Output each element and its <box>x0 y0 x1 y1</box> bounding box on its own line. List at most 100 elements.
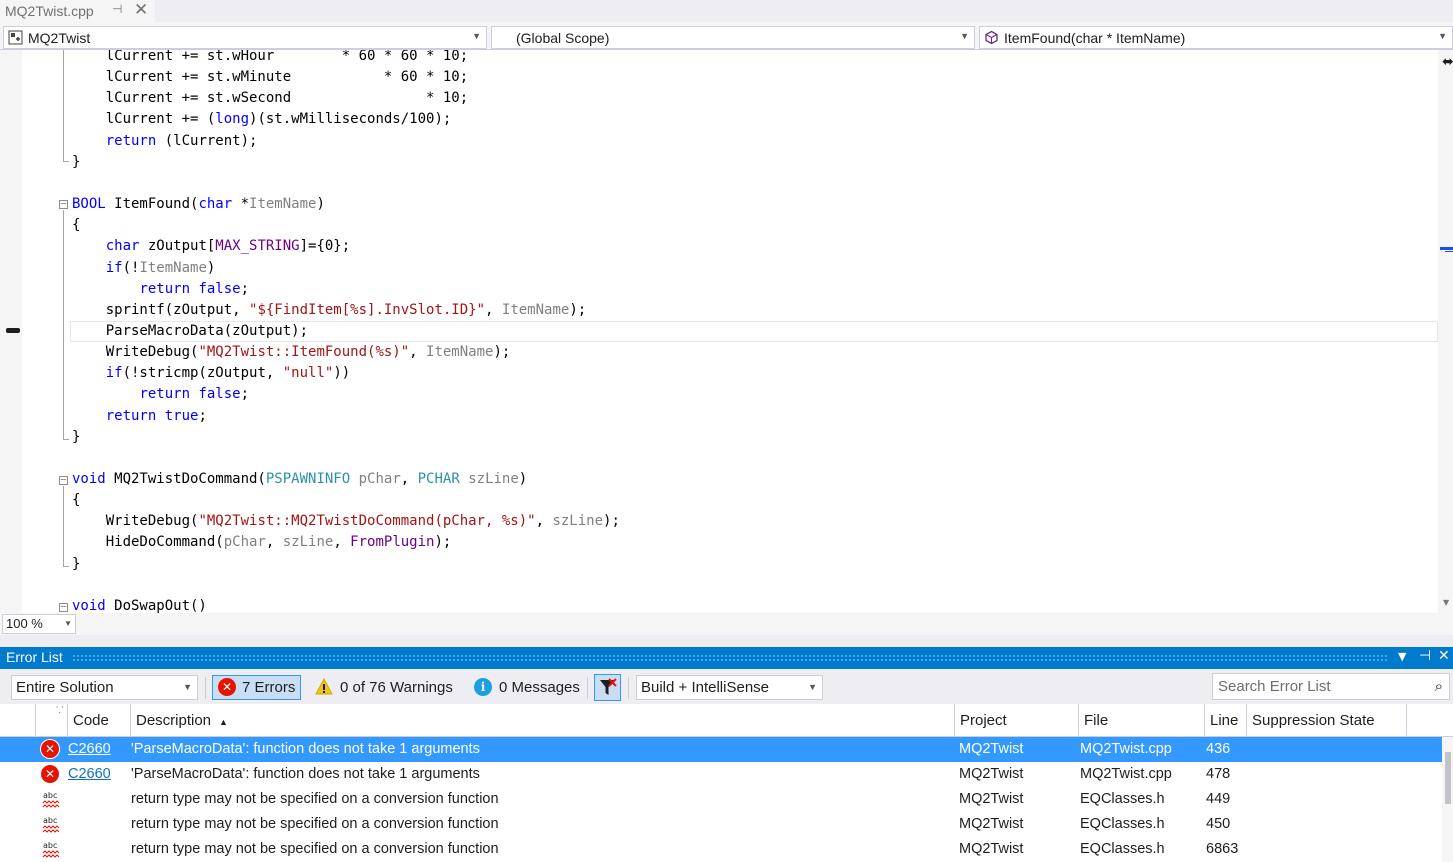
collapse-toggle[interactable]: – <box>59 603 68 612</box>
errors-toggle-button[interactable]: ✕ 7 Errors <box>212 675 301 700</box>
code-token: BOOL <box>72 196 106 213</box>
code-token: , <box>265 534 283 551</box>
code-line[interactable]: return false; <box>72 384 249 405</box>
member-dropdown[interactable]: ItemFound(char * ItemName) ▼ <box>979 26 1453 49</box>
code-line[interactable]: WriteDebug("MQ2Twist::MQ2TwistDoCommand(… <box>72 511 620 532</box>
code-line[interactable]: lCurrent += (long)(st.wMilliseconds/100)… <box>72 109 452 130</box>
code-line[interactable]: HideDoCommand(pChar, szLine, FromPlugin)… <box>72 532 452 553</box>
zoom-dropdown[interactable]: 100 % ▼ <box>2 614 76 634</box>
error-list-row[interactable]: ✕ C2660 'ParseMacroData': function does no… <box>0 762 1442 787</box>
code-token: PCHAR <box>417 471 460 487</box>
code-line[interactable]: ParseMacroData(zOutput); <box>72 321 308 342</box>
code-line[interactable]: sprintf(zOutput, "${FindItem[%s].InvSlot… <box>72 300 586 321</box>
code-line[interactable]: } <box>72 554 80 575</box>
column-header-project[interactable]: Project <box>954 704 1078 737</box>
error-list-row[interactable]: ✕ C2660 'ParseMacroData': function does no… <box>0 737 1442 762</box>
scroll-down-arrow-icon[interactable]: ▼ <box>1443 598 1449 607</box>
code-line[interactable]: if(!stricmp(zOutput, "null")) <box>72 363 350 384</box>
pin-icon[interactable]: ⊣ <box>1419 648 1431 664</box>
code-token: )(st.wMilliseconds/100); <box>249 111 452 128</box>
toolbar-separator <box>628 677 629 699</box>
cell-project: MQ2Twist <box>959 741 1024 757</box>
error-list-row[interactable]: abc return type may not be specified on a… <box>0 787 1442 812</box>
cell-code[interactable]: C2660 <box>68 737 111 762</box>
code-line[interactable]: char zOutput[MAX_STRING]={0}; <box>72 236 350 257</box>
window-position-dropdown-icon[interactable]: ▼ <box>1398 650 1406 663</box>
code-line[interactable]: { <box>72 490 80 511</box>
warnings-toggle-button[interactable]: 0 of 76 Warnings <box>313 675 453 700</box>
outline-guide <box>63 50 64 161</box>
close-icon[interactable]: ✕ <box>134 0 148 20</box>
column-header-description[interactable]: Description ▲ <box>130 704 954 737</box>
code-line[interactable]: lCurrent += st.wSecond * 10; <box>72 88 468 109</box>
code-token: szLine <box>468 471 519 487</box>
search-error-list-input[interactable]: Search Error List ⌕ <box>1212 673 1450 700</box>
code-token: DoSwapOut() <box>105 597 207 613</box>
code-line[interactable]: return true; <box>72 406 207 427</box>
search-icon[interactable]: ⌕ <box>1435 674 1443 699</box>
document-tabstrip: MQ2Twist.cpp ⊣ ✕ <box>0 0 1453 22</box>
cell-description: 'ParseMacroData': function does not take… <box>131 766 480 782</box>
column-header-icon[interactable] <box>0 704 35 737</box>
cell-code[interactable]: C2660 <box>68 762 111 787</box>
cell-file: EQClasses.h <box>1080 816 1165 832</box>
code-token: ) <box>316 196 325 213</box>
error-list-header: ⸪ Code Description ▲ Project File Line Su… <box>0 704 1453 737</box>
code-token: (!stricmp(zOutput, <box>122 365 283 382</box>
close-icon[interactable]: ✕ <box>1438 648 1450 664</box>
error-list-grid[interactable]: ⸪ Code Description ▲ Project File Line Su… <box>0 704 1453 862</box>
code-token: } <box>72 153 81 170</box>
column-header-line-label: Line <box>1210 712 1239 729</box>
scrollbar-caret-marker <box>1445 251 1453 252</box>
project-dropdown[interactable]: MQ2Twist ▼ <box>3 26 487 49</box>
column-header-suppression-state[interactable]: Suppression State <box>1246 704 1406 737</box>
column-header-code[interactable]: Code <box>67 704 130 737</box>
collapse-toggle[interactable]: – <box>59 200 68 209</box>
code-line[interactable]: BOOL ItemFound(char *ItemName) <box>72 194 325 215</box>
error-list-toolbar: Entire Solution ▼ ✕ 7 Errors 0 of 76 War… <box>0 669 1453 704</box>
errors-toggle-label: 7 Errors <box>242 679 296 696</box>
column-header-category[interactable]: ⸪ <box>35 704 67 737</box>
code-line[interactable]: if(!ItemName) <box>72 258 216 279</box>
code-line[interactable]: void MQ2TwistDoCommand(PSPAWNINFO pChar,… <box>72 469 527 490</box>
editor-vertical-scrollbar[interactable] <box>1438 50 1453 613</box>
document-tab[interactable]: MQ2Twist.cpp ⊣ ✕ <box>0 0 155 22</box>
project-dropdown-value: MQ2Twist <box>28 29 91 46</box>
category-sort-icon: ⸪ <box>56 705 64 715</box>
code-line[interactable]: return false; <box>72 279 249 300</box>
collapse-toggle[interactable]: – <box>59 476 68 485</box>
scope-filter-dropdown[interactable]: Entire Solution ▼ <box>11 675 198 700</box>
filter-icon <box>600 678 617 695</box>
code-line[interactable]: lCurrent += st.wHour * 60 * 60 * 10; <box>72 50 468 67</box>
filter-button[interactable] <box>594 674 621 701</box>
error-list-scroll-thumb[interactable] <box>1445 752 1451 804</box>
code-line[interactable]: void DoSwapOut() <box>72 596 207 613</box>
code-line[interactable]: return (lCurrent); <box>72 131 258 152</box>
member-dropdown-value: ItemFound(char * ItemName) <box>1004 29 1186 46</box>
code-line[interactable]: } <box>72 427 80 448</box>
code-token: MAX_STRING <box>215 238 300 255</box>
code-line[interactable]: WriteDebug("MQ2Twist::ItemFound(%s)", It… <box>72 342 511 363</box>
code-token: char <box>105 238 140 255</box>
error-list-titlebar[interactable]: Error List ▼ ⊣ ✕ <box>0 647 1453 669</box>
split-window-icon[interactable]: ⬌ <box>1442 54 1453 70</box>
build-filter-dropdown[interactable]: Build + IntelliSense ▼ <box>636 675 823 700</box>
column-header-description-label: Description <box>136 712 212 729</box>
scope-dropdown[interactable]: (Global Scope) ▼ <box>491 26 975 49</box>
error-list-row[interactable]: abc return type may not be specified on a… <box>0 812 1442 837</box>
column-header-line[interactable]: Line <box>1204 704 1246 737</box>
code-line[interactable]: lCurrent += st.wMinute * 60 * 10; <box>72 67 468 88</box>
build-filter-value: Build + IntelliSense <box>641 679 769 696</box>
code-line[interactable]: { <box>72 215 80 236</box>
column-header-file[interactable]: File <box>1078 704 1204 737</box>
code-line[interactable]: } <box>72 152 80 173</box>
editor-horizontal-scrollbar[interactable] <box>78 613 1453 635</box>
pin-icon[interactable]: ⊣ <box>112 2 122 16</box>
column-header-suppression-label: Suppression State <box>1252 712 1375 729</box>
error-list-row[interactable]: abc return type may not be specified on a… <box>0 837 1442 862</box>
messages-toggle-button[interactable]: i 0 Messages <box>472 675 580 700</box>
code-editor[interactable]: – – – lCurrent += st.wHour * 60 * 60 * 1… <box>0 50 1453 613</box>
